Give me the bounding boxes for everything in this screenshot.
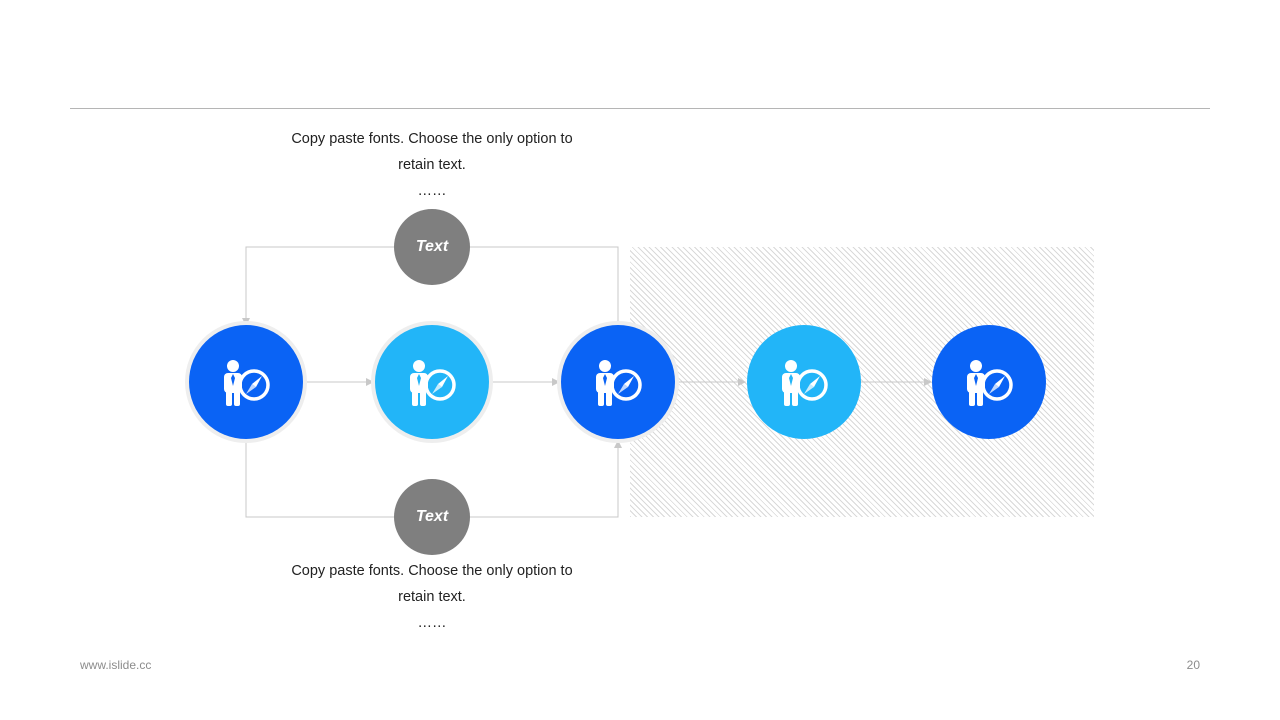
bottom-text-circle-label: Text [415,508,449,525]
businessman-compass-icon [410,360,456,406]
bottom-caption-line-2: retain text. [398,589,466,605]
businessman-compass-icon [782,360,828,406]
top-text-circle: Text [394,209,470,285]
bottom-text-circle: Text [394,479,470,555]
page-number: 20 [1186,658,1200,672]
bottom-caption-line-1: Copy paste fonts. Choose the only option… [291,563,573,579]
top-caption-line-2: retain text. [398,157,466,173]
process-node-3 [561,325,675,439]
top-text-circle-label: Text [415,238,449,255]
businessman-compass-icon [967,360,1013,406]
process-node-4 [747,325,861,439]
top-caption-line-1: Copy paste fonts. Choose the only option… [291,131,573,147]
top-caption-ellipsis: …… [417,183,447,199]
footer-website[interactable]: www.islide.cc [80,658,151,672]
businessman-compass-icon [596,360,642,406]
process-node-2 [375,325,489,439]
top-caption: Copy paste fonts. Choose the only option… [272,126,592,204]
process-node-1 [189,325,303,439]
businessman-compass-icon [224,360,270,406]
process-node-5 [932,325,1046,439]
bottom-caption: Copy paste fonts. Choose the only option… [272,558,592,636]
bottom-caption-ellipsis: …… [417,615,447,631]
